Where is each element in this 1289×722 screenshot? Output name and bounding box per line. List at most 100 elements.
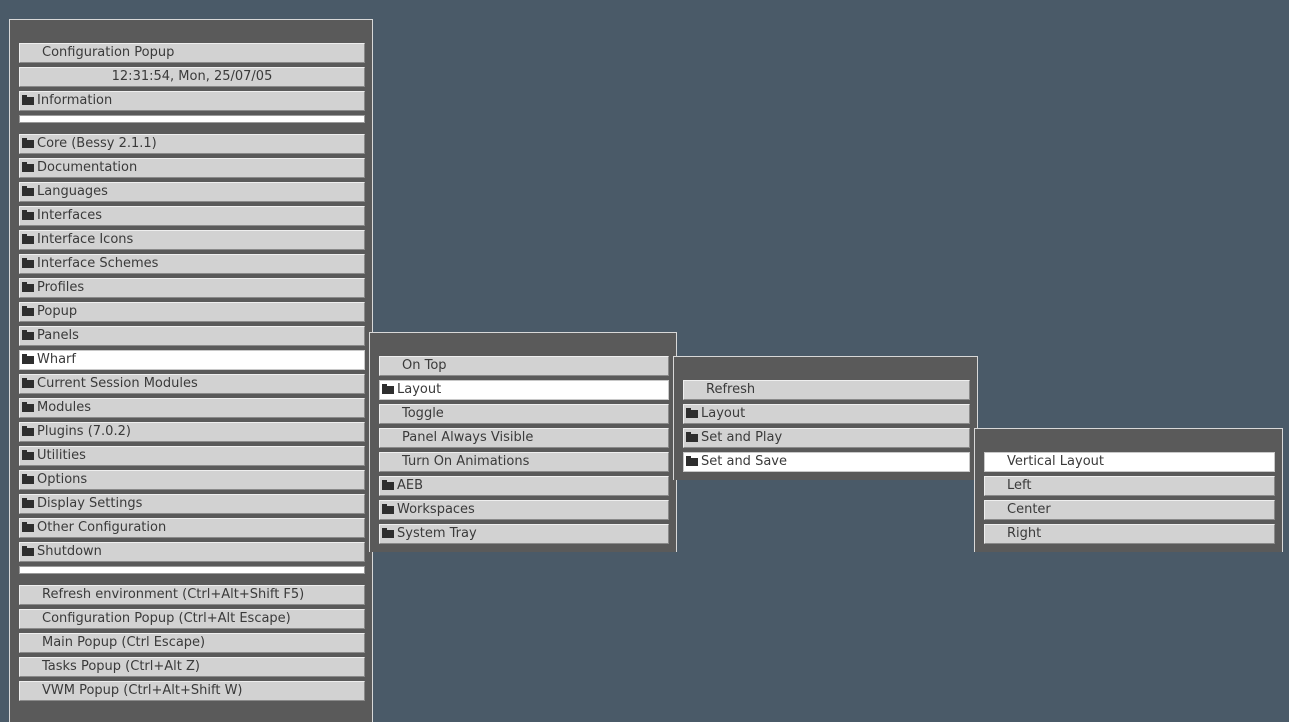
menu-item-label: Display Settings <box>37 496 143 511</box>
wharf-submenu: On Top Layout Toggle Panel Always Visible Tu… <box>369 332 677 552</box>
menu-item-toggle[interactable]: Toggle <box>379 404 669 424</box>
menu-item-vwm-popup-ctrl-alt-shift-w[interactable]: VWM Popup (Ctrl+Alt+Shift W) <box>19 681 365 701</box>
menu-item-vertical-layout[interactable]: Vertical Layout <box>984 452 1275 472</box>
menu-item-tasks-popup-ctrl-alt-z[interactable]: Tasks Popup (Ctrl+Alt Z) <box>19 657 365 677</box>
menu-item-12-31-54-mon-25-07-05[interactable]: 12:31:54, Mon, 25/07/05 <box>19 67 365 87</box>
menu-item-label: Tasks Popup (Ctrl+Alt Z) <box>42 659 200 674</box>
menu-item-main-popup-ctrl-escape[interactable]: Main Popup (Ctrl Escape) <box>19 633 365 653</box>
menu-item-set-and-play[interactable]: Set and Play <box>683 428 970 448</box>
folder-icon <box>22 354 34 364</box>
menu-item-label: Refresh environment (Ctrl+Alt+Shift F5) <box>42 587 305 602</box>
menu-item-label: Core (Bessy 2.1.1) <box>37 136 157 151</box>
menu-item-shutdown[interactable]: Shutdown <box>19 542 365 562</box>
menu-item-label: On Top <box>402 358 447 373</box>
menu-item-label: Popup <box>37 304 78 319</box>
folder-icon <box>382 528 394 538</box>
menu-item-layout[interactable]: Layout <box>683 404 970 424</box>
menu-item-other-configuration[interactable]: Other Configuration <box>19 518 365 538</box>
menu-item-interface-icons[interactable]: Interface Icons <box>19 230 365 250</box>
menu-item-center[interactable]: Center <box>984 500 1275 520</box>
menu-separator <box>19 115 365 123</box>
menu-separator <box>19 566 365 574</box>
menu-item-label: Turn On Animations <box>402 454 530 469</box>
menu-item-panel-always-visible[interactable]: Panel Always Visible <box>379 428 669 448</box>
menu-item-label: 12:31:54, Mon, 25/07/05 <box>111 69 273 84</box>
folder-icon <box>22 162 34 172</box>
folder-icon <box>22 258 34 268</box>
menu-item-set-and-save[interactable]: Set and Save <box>683 452 970 472</box>
menu-item-information[interactable]: Information <box>19 91 365 111</box>
folder-icon <box>22 546 34 556</box>
folder-icon <box>22 95 34 105</box>
menu-item-label: Plugins (7.0.2) <box>37 424 131 439</box>
menu-item-current-session-modules[interactable]: Current Session Modules <box>19 374 365 394</box>
configuration-popup-menu: Configuration Popup 12:31:54, Mon, 25/07/… <box>9 19 373 722</box>
menu-item-label: Right <box>1007 526 1042 541</box>
menu-item-label: Layout <box>701 406 746 421</box>
menu-item-label: Panels <box>37 328 79 343</box>
menu-item-display-settings[interactable]: Display Settings <box>19 494 365 514</box>
menu-item-label: Shutdown <box>37 544 102 559</box>
menu-item-turn-on-animations[interactable]: Turn On Animations <box>379 452 669 472</box>
menu-item-options[interactable]: Options <box>19 470 365 490</box>
menu-item-wharf[interactable]: Wharf <box>19 350 365 370</box>
menu-item-popup[interactable]: Popup <box>19 302 365 322</box>
menu-item-label: Vertical Layout <box>1007 454 1104 469</box>
folder-icon <box>22 402 34 412</box>
folder-icon <box>686 432 698 442</box>
menu-item-label: Information <box>37 93 113 108</box>
folder-icon <box>382 480 394 490</box>
menu2-items: On Top Layout Toggle Panel Always Visible Tu… <box>379 356 669 544</box>
menu3-items: Refresh Layout Set and Play Set and Save <box>683 380 970 472</box>
menu-item-label: VWM Popup (Ctrl+Alt+Shift W) <box>42 683 243 698</box>
menu-item-label: Languages <box>37 184 108 199</box>
menu-item-label: Configuration Popup <box>42 45 175 60</box>
menu-item-left[interactable]: Left <box>984 476 1275 496</box>
folder-icon <box>382 504 394 514</box>
layout-submenu: Refresh Layout Set and Play Set and Save <box>673 356 978 480</box>
folder-icon <box>22 210 34 220</box>
menu-item-layout[interactable]: Layout <box>379 380 669 400</box>
menu-item-label: Modules <box>37 400 92 415</box>
folder-icon <box>22 522 34 532</box>
folder-icon <box>22 306 34 316</box>
menu-item-core-bessy-2-1-1[interactable]: Core (Bessy 2.1.1) <box>19 134 365 154</box>
set-and-save-submenu: Vertical Layout Left Center Right <box>974 428 1283 552</box>
menu-item-interface-schemes[interactable]: Interface Schemes <box>19 254 365 274</box>
menu-item-panels[interactable]: Panels <box>19 326 365 346</box>
folder-icon <box>686 456 698 466</box>
menu-item-configuration-popup-ctrl-alt-escape[interactable]: Configuration Popup (Ctrl+Alt Escape) <box>19 609 365 629</box>
menu-item-utilities[interactable]: Utilities <box>19 446 365 466</box>
folder-icon <box>22 330 34 340</box>
menu-item-system-tray[interactable]: System Tray <box>379 524 669 544</box>
menu-item-label: Panel Always Visible <box>402 430 534 445</box>
menu-item-languages[interactable]: Languages <box>19 182 365 202</box>
folder-icon <box>22 474 34 484</box>
menu-item-label: Interface Icons <box>37 232 134 247</box>
menu-item-workspaces[interactable]: Workspaces <box>379 500 669 520</box>
menu4-items: Vertical Layout Left Center Right <box>984 452 1275 544</box>
folder-icon <box>22 234 34 244</box>
menu-item-documentation[interactable]: Documentation <box>19 158 365 178</box>
menu-item-plugins-7-0-2[interactable]: Plugins (7.0.2) <box>19 422 365 442</box>
menu-item-aeb[interactable]: AEB <box>379 476 669 496</box>
menu-item-interfaces[interactable]: Interfaces <box>19 206 365 226</box>
folder-icon <box>22 282 34 292</box>
menu-item-label: Set and Save <box>701 454 787 469</box>
menu-item-modules[interactable]: Modules <box>19 398 365 418</box>
menu-item-right[interactable]: Right <box>984 524 1275 544</box>
folder-icon <box>22 426 34 436</box>
menu-item-label: Refresh <box>706 382 756 397</box>
menu-item-label: Set and Play <box>701 430 783 445</box>
menu-item-profiles[interactable]: Profiles <box>19 278 365 298</box>
menu-item-label: Current Session Modules <box>37 376 198 391</box>
folder-icon <box>22 138 34 148</box>
folder-icon <box>22 378 34 388</box>
menu-item-on-top[interactable]: On Top <box>379 356 669 376</box>
menu-item-refresh-environment-ctrl-alt-shift-f5[interactable]: Refresh environment (Ctrl+Alt+Shift F5) <box>19 585 365 605</box>
menu-item-label: Configuration Popup (Ctrl+Alt Escape) <box>42 611 291 626</box>
menu-item-refresh[interactable]: Refresh <box>683 380 970 400</box>
menu-item-label: Left <box>1007 478 1032 493</box>
menu-item-configuration-popup[interactable]: Configuration Popup <box>19 43 365 63</box>
menu-item-label: Other Configuration <box>37 520 167 535</box>
